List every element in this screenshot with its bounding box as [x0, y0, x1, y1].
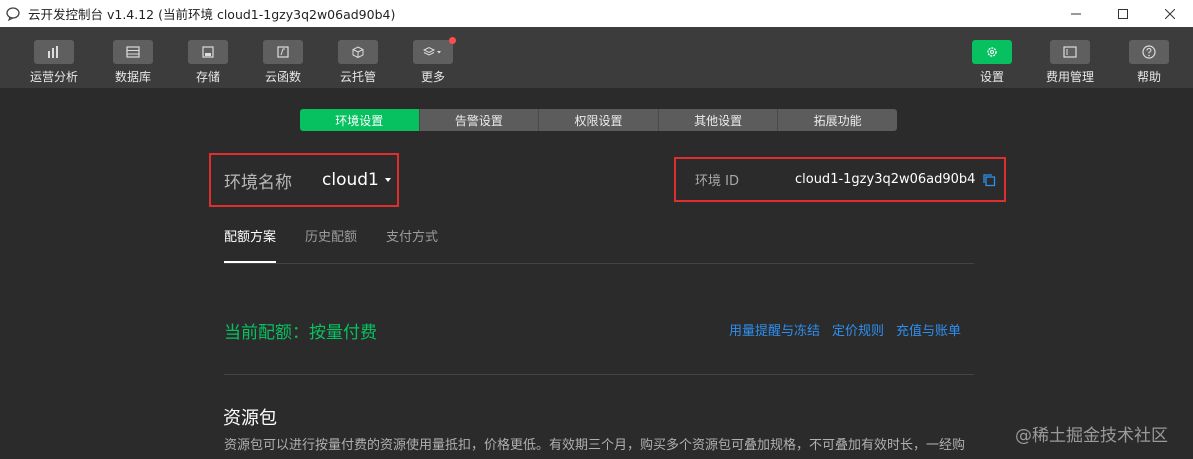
- close-button[interactable]: [1146, 0, 1193, 27]
- toolbar-label: 云函数: [264, 70, 301, 84]
- toolbar-cloud-function[interactable]: 云函数: [248, 40, 318, 85]
- toolbar-settings-button[interactable]: [972, 40, 1012, 64]
- copy-icon[interactable]: [982, 173, 996, 187]
- toolbar-storage-button[interactable]: [188, 40, 228, 64]
- tab-env-settings[interactable]: 环境设置: [300, 109, 420, 131]
- minimize-button[interactable]: [1052, 0, 1099, 27]
- notification-dot: [449, 37, 456, 44]
- usage-alert-link[interactable]: 用量提醒与冻结: [729, 320, 820, 339]
- toolbar-more-button[interactable]: [413, 37, 456, 64]
- bar-chart-icon: [48, 46, 58, 58]
- toolbar-settings[interactable]: 设置: [957, 40, 1027, 85]
- tab-alert-settings[interactable]: 告警设置: [419, 109, 540, 131]
- toolbar-database[interactable]: 数据库: [98, 40, 168, 85]
- window-title: 云开发控制台 v1.4.12 (当前环境 cloud1-1gzy3q2w06ad…: [28, 7, 396, 22]
- env-name-box: 环境名称 cloud1: [209, 153, 399, 207]
- chevron-down-icon[interactable]: [384, 178, 391, 182]
- layers-icon: [423, 46, 441, 56]
- storage-icon: [202, 46, 214, 58]
- quota-links: 用量提醒与冻结 定价规则 充值与账单: [729, 320, 973, 339]
- toolbar-database-button[interactable]: [113, 40, 153, 64]
- env-id-box: 环境 ID cloud1-1gzy3q2w06ad90b4: [674, 157, 1006, 202]
- toolbar-analytics-button[interactable]: [34, 40, 74, 64]
- recharge-billing-link[interactable]: 充值与账单: [896, 320, 961, 339]
- toolbar-help[interactable]: 帮助: [1114, 40, 1184, 85]
- toolbar-cloud-hosting-button[interactable]: [338, 40, 378, 64]
- toolbar-help-button[interactable]: [1129, 40, 1169, 64]
- tab-extensions[interactable]: 拓展功能: [778, 109, 897, 131]
- toolbar-billing-button[interactable]: [1050, 40, 1090, 64]
- maximize-button[interactable]: [1099, 0, 1146, 27]
- resource-package-title: 资源包: [223, 408, 277, 429]
- env-id-label: 环境 ID: [695, 174, 739, 189]
- watermark: @稀土掘金技术社区: [1015, 426, 1168, 446]
- divider: [224, 374, 974, 375]
- toolbar-label: 数据库: [114, 70, 151, 84]
- billing-icon: [1063, 46, 1077, 58]
- pricing-rules-link[interactable]: 定价规则: [832, 320, 884, 339]
- resource-package-desc: 资源包可以进行按量付费的资源使用量抵扣，价格更低。有效期三个月，购买多个资源包可…: [224, 438, 966, 453]
- env-name-select[interactable]: cloud1: [322, 170, 379, 190]
- toolbar-label: 云托管: [339, 70, 376, 84]
- tab-permission-settings[interactable]: 权限设置: [539, 109, 659, 131]
- subtab-quota-history[interactable]: 历史配额: [305, 226, 357, 246]
- active-subtab-indicator: [224, 261, 276, 263]
- wechat-devtools-icon: [6, 6, 20, 21]
- close-icon: [1164, 8, 1175, 19]
- toolbar-billing[interactable]: 费用管理: [1035, 40, 1105, 85]
- toolbar-storage[interactable]: 存储: [173, 40, 243, 85]
- subtab-quota-plan[interactable]: 配额方案: [224, 226, 276, 246]
- toolbar-more[interactable]: 更多: [398, 37, 468, 85]
- database-icon: [126, 46, 140, 58]
- toolbar-analytics[interactable]: 运营分析: [19, 40, 89, 85]
- env-id-value: cloud1-1gzy3q2w06ad90b4: [794, 172, 976, 187]
- toolbar-label: 更多: [420, 70, 445, 84]
- toolbar-cloud-hosting[interactable]: 云托管: [323, 40, 393, 85]
- gear-icon: [987, 47, 997, 57]
- subtab-payment-method[interactable]: 支付方式: [386, 226, 438, 246]
- cloud-function-icon: [277, 46, 289, 58]
- toolbar-cloud-function-button[interactable]: [263, 40, 303, 64]
- cube-icon: [352, 46, 364, 58]
- toolbar-label: 帮助: [1136, 70, 1161, 84]
- toolbar: 运营分析 数据库 存储 云函数 云托管 更多 设置 费用管理 帮助: [0, 27, 1193, 88]
- divider: [224, 263, 974, 264]
- toolbar-label: 费用管理: [1045, 70, 1094, 84]
- toolbar-label: 存储: [195, 70, 220, 84]
- maximize-icon: [1117, 8, 1128, 19]
- title-bar: 云开发控制台 v1.4.12 (当前环境 cloud1-1gzy3q2w06ad…: [0, 0, 1193, 27]
- toolbar-label: 运营分析: [29, 70, 78, 84]
- help-icon: [1142, 45, 1156, 59]
- env-name-label: 环境名称: [224, 172, 292, 193]
- minimize-icon: [1070, 13, 1081, 14]
- settings-tabs: 环境设置 告警设置 权限设置 其他设置 拓展功能: [300, 109, 897, 131]
- toolbar-label: 设置: [979, 70, 1004, 84]
- quota-subtabs: 配额方案 历史配额 支付方式: [224, 226, 467, 246]
- current-quota: 当前配额：按量付费: [224, 323, 377, 343]
- tab-other-settings[interactable]: 其他设置: [658, 109, 779, 131]
